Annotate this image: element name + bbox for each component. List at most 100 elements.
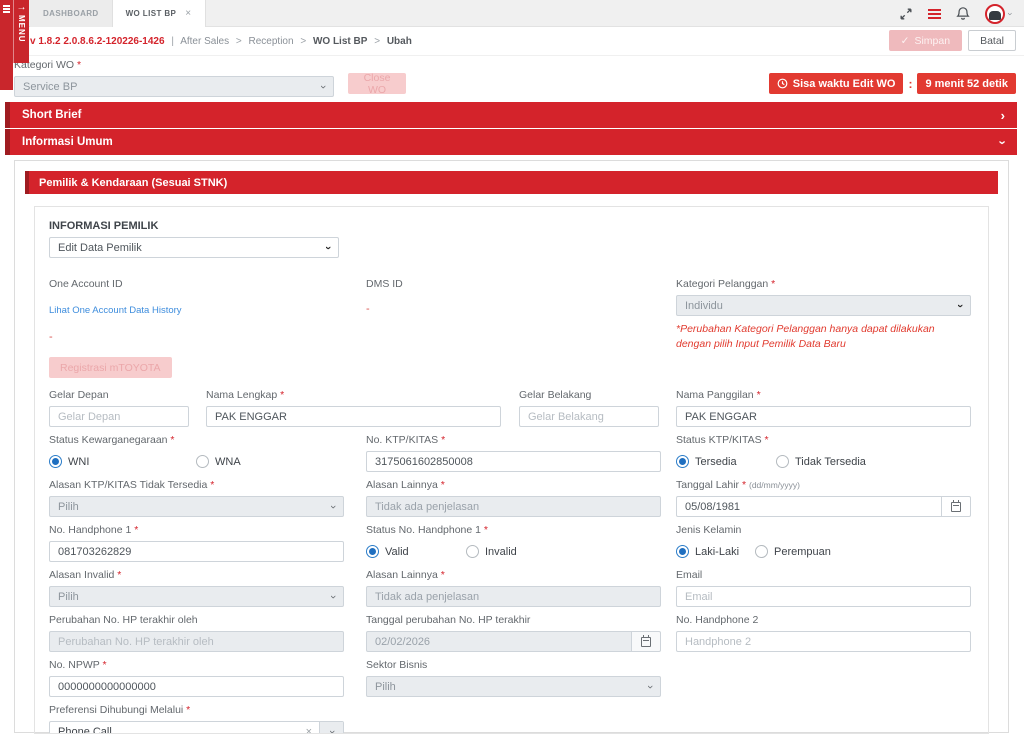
alasan-ktp-select[interactable]: Pilih › bbox=[49, 496, 344, 517]
radio-wni[interactable]: WNI bbox=[49, 455, 196, 468]
alasan-lainnya-2-input[interactable] bbox=[366, 586, 661, 607]
nama-panggilan-field: Nama Panggilan * bbox=[676, 389, 971, 427]
calendar-button[interactable] bbox=[632, 631, 661, 652]
alasan-ktp-field: Alasan KTP/KITAS Tidak Tersedia * Pilih … bbox=[49, 479, 344, 517]
alasan-ktp-value: Pilih bbox=[58, 501, 79, 513]
radio-dot bbox=[49, 455, 62, 468]
alasan-lainnya-1-input[interactable] bbox=[366, 496, 661, 517]
alasan-lainnya-1-label: Alasan Lainnya * bbox=[366, 479, 661, 491]
dms-id-value: - bbox=[366, 303, 661, 315]
chevron-down-icon: › bbox=[995, 140, 1010, 144]
tab-dashboard[interactable]: DASHBOARD bbox=[30, 0, 113, 27]
radio-tersedia[interactable]: Tersedia bbox=[676, 455, 776, 468]
tanggal-perubahan-hp-label: Tanggal perubahan No. HP terakhir bbox=[366, 614, 661, 626]
close-icon[interactable]: × bbox=[185, 8, 191, 19]
menu-tab[interactable]: → MENU bbox=[13, 0, 29, 63]
alasan-ktp-label: Alasan KTP/KITAS Tidak Tersedia * bbox=[49, 479, 344, 491]
accordion-short-brief[interactable]: Short Brief › bbox=[5, 102, 1017, 128]
nama-lengkap-input[interactable] bbox=[206, 406, 501, 427]
expand-icon[interactable] bbox=[899, 7, 913, 21]
kategori-wo-label: Kategori WO * bbox=[14, 59, 334, 71]
radio-dot bbox=[366, 545, 379, 558]
accordion-informasi-umum[interactable]: Informasi Umum › bbox=[5, 129, 1017, 155]
gelar-belakang-field: Gelar Belakang bbox=[519, 389, 659, 427]
menu-widget[interactable]: → MENU bbox=[0, 0, 29, 90]
timer-label-badge: Sisa waktu Edit WO bbox=[769, 73, 904, 94]
simpan-button[interactable]: ✓ Simpan bbox=[889, 30, 962, 51]
calendar-button[interactable] bbox=[942, 496, 971, 517]
preferensi-dropdown-toggle[interactable]: › bbox=[319, 722, 343, 734]
user-menu[interactable]: › bbox=[985, 4, 1012, 24]
close-wo-label: Close WO bbox=[359, 72, 395, 96]
timer-value-badge: 9 menit 52 detik bbox=[917, 73, 1016, 94]
no-ktp-input[interactable] bbox=[366, 451, 661, 472]
edit-wo-timer: Sisa waktu Edit WO : 9 menit 52 detik bbox=[769, 73, 1016, 94]
jenis-kelamin-label: Jenis Kelamin bbox=[676, 524, 971, 536]
nama-lengkap-label: Nama Lengkap * bbox=[206, 389, 501, 401]
kategori-pelanggan-select[interactable]: Individu › bbox=[676, 295, 971, 316]
batal-button[interactable]: Batal bbox=[968, 30, 1016, 51]
no-npwp-label: No. NPWP * bbox=[49, 659, 344, 671]
no-handphone1-label: No. Handphone 1 * bbox=[49, 524, 344, 536]
email-input[interactable] bbox=[676, 586, 971, 607]
menu-strip[interactable] bbox=[0, 0, 13, 90]
tanggal-perubahan-hp-field: Tanggal perubahan No. HP terakhir bbox=[366, 614, 661, 652]
mode-pemilik-select[interactable]: Edit Data Pemilik › bbox=[49, 237, 339, 258]
radio-valid[interactable]: Valid bbox=[366, 545, 466, 558]
bell-icon[interactable] bbox=[956, 6, 970, 21]
no-handphone1-input[interactable] bbox=[49, 541, 344, 562]
kategori-wo-field: Kategori WO * Service BP › bbox=[14, 59, 334, 97]
nama-panggilan-input[interactable] bbox=[676, 406, 971, 427]
informasi-pemilik-fieldset: INFORMASI PEMILIK Edit Data Pemilik › On… bbox=[34, 206, 989, 734]
alasan-invalid-select[interactable]: Pilih › bbox=[49, 586, 344, 607]
radio-laki-laki[interactable]: Laki-Laki bbox=[676, 545, 739, 558]
app-version: v 1.8.2 2.0.8.6.2-120226-1426 bbox=[30, 36, 165, 47]
avatar[interactable] bbox=[985, 4, 1005, 24]
tab-wo-list-bp[interactable]: WO LIST BP × bbox=[113, 0, 206, 27]
preferensi-select[interactable]: Phone Call × › bbox=[49, 721, 344, 734]
radio-wna[interactable]: WNA bbox=[196, 455, 241, 468]
perubahan-hp-oleh-field: Perubahan No. HP terakhir oleh bbox=[49, 614, 344, 652]
sektor-bisnis-value: Pilih bbox=[375, 681, 396, 693]
perubahan-hp-oleh-input[interactable] bbox=[49, 631, 344, 652]
batal-label: Batal bbox=[980, 35, 1004, 47]
pemilik-kendaraan-card: Pemilik & Kendaraan (Sesuai STNK) INFORM… bbox=[14, 160, 1009, 733]
kategori-pelanggan-label: Kategori Pelanggan * bbox=[676, 278, 971, 290]
no-handphone2-field: No. Handphone 2 bbox=[676, 614, 971, 652]
registrasi-mtoyota-button[interactable]: Registrasi mTOYOTA bbox=[49, 357, 172, 378]
tanggal-lahir-input[interactable] bbox=[676, 496, 942, 517]
status-kewarganegaraan-label: Status Kewarganegaraan * bbox=[49, 434, 344, 446]
perubahan-hp-oleh-label: Perubahan No. HP terakhir oleh bbox=[49, 614, 344, 626]
status-handphone1-label: Status No. Handphone 1 * bbox=[366, 524, 661, 536]
no-handphone2-input[interactable] bbox=[676, 631, 971, 652]
short-brief-title: Short Brief bbox=[22, 109, 81, 121]
chevron-down-icon: › bbox=[1006, 12, 1016, 15]
breadcrumb-reception: Reception bbox=[249, 36, 294, 47]
close-wo-button[interactable]: Close WO bbox=[348, 73, 406, 94]
kategori-wo-select[interactable]: Service BP › bbox=[14, 76, 334, 97]
kategori-pelanggan-field: Kategori Pelanggan * Individu › *Perubah… bbox=[676, 278, 971, 351]
radio-dot bbox=[466, 545, 479, 558]
simpan-label: Simpan bbox=[914, 35, 950, 47]
chevron-down-icon: › bbox=[644, 685, 656, 689]
gelar-belakang-input[interactable] bbox=[519, 406, 659, 427]
sektor-bisnis-select[interactable]: Pilih › bbox=[366, 676, 661, 697]
gelar-depan-input[interactable] bbox=[49, 406, 189, 427]
tab-wo-list-label: WO LIST BP bbox=[126, 9, 177, 18]
breadcrumb-bar: v 1.8.2 2.0.8.6.2-120226-1426 | After Sa… bbox=[0, 27, 1024, 56]
calendar-icon bbox=[951, 502, 961, 512]
required-asterisk: * bbox=[77, 59, 81, 71]
top-icon-group: › bbox=[899, 0, 1012, 27]
no-npwp-field: No. NPWP * bbox=[49, 659, 344, 697]
radio-invalid[interactable]: Invalid bbox=[466, 545, 517, 558]
mode-pemilik-value: Edit Data Pemilik bbox=[58, 242, 142, 254]
radio-perempuan[interactable]: Perempuan bbox=[755, 545, 831, 558]
kategori-wo-value: Service BP bbox=[23, 81, 77, 93]
nama-panggilan-label: Nama Panggilan * bbox=[676, 389, 971, 401]
one-account-history-link[interactable]: Lihat One Account Data History bbox=[49, 305, 182, 316]
date-format-hint: (dd/mm/yyyy) bbox=[749, 480, 800, 490]
hamburger-menu-icon[interactable] bbox=[928, 7, 941, 21]
tanggal-perubahan-hp-input[interactable] bbox=[366, 631, 632, 652]
no-npwp-input[interactable] bbox=[49, 676, 344, 697]
radio-tidak-tersedia[interactable]: Tidak Tersedia bbox=[776, 455, 866, 468]
